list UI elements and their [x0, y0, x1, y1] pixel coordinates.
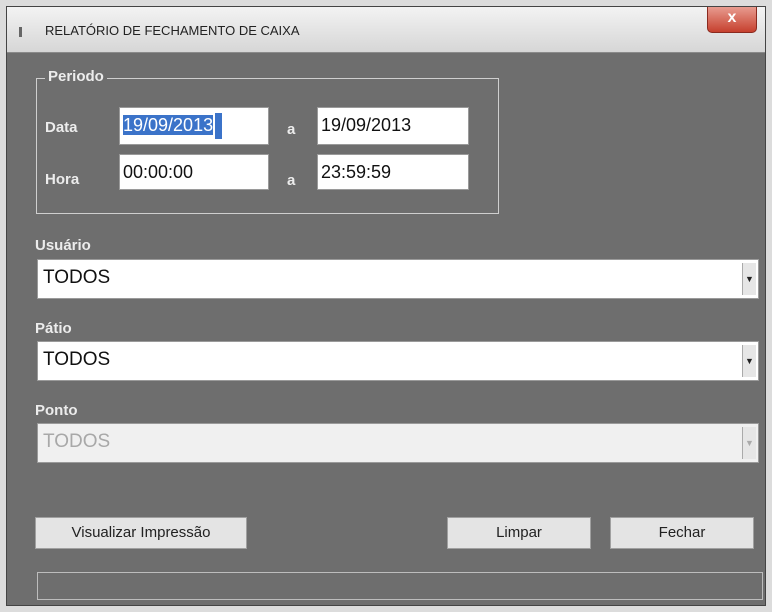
patio-select[interactable]: TODOS ▼: [37, 341, 759, 381]
usuario-value: TODOS: [43, 267, 111, 288]
chevron-down-icon: ▼: [742, 427, 756, 459]
ponto-select[interactable]: TODOS ▼: [37, 423, 759, 463]
close-button[interactable]: x: [707, 7, 757, 33]
periodo-group: Periodo: [36, 68, 499, 214]
text-caret: [215, 113, 223, 140]
hora-separator: a: [287, 172, 296, 189]
ponto-label: Ponto: [35, 402, 78, 419]
fechar-button[interactable]: Fechar: [610, 517, 754, 549]
periodo-legend: Periodo: [45, 68, 107, 85]
visualizar-impressao-button[interactable]: Visualizar Impressão: [35, 517, 247, 549]
hora-label: Hora: [45, 171, 80, 188]
app-icon: [19, 27, 22, 37]
status-bar: [37, 572, 763, 600]
title-bar[interactable]: RELATÓRIO DE FECHAMENTO DE CAIXA x: [7, 7, 765, 53]
hora-inicio-field[interactable]: 00:00:00: [119, 154, 269, 190]
data-fim-field[interactable]: 19/09/2013: [317, 107, 469, 145]
patio-label: Pátio: [35, 320, 72, 337]
chevron-down-icon[interactable]: ▼: [742, 345, 756, 377]
window-title: RELATÓRIO DE FECHAMENTO DE CAIXA: [45, 23, 300, 38]
usuario-select[interactable]: TODOS ▼: [37, 259, 759, 299]
patio-value: TODOS: [43, 349, 111, 370]
chevron-down-icon[interactable]: ▼: [742, 263, 756, 295]
data-label: Data: [45, 119, 78, 136]
usuario-label: Usuário: [35, 237, 91, 254]
ponto-value: TODOS: [43, 431, 111, 452]
limpar-button[interactable]: Limpar: [447, 517, 591, 549]
data-inicio-value: 19/09/2013: [123, 115, 214, 135]
report-window: RELATÓRIO DE FECHAMENTO DE CAIXA x Perio…: [6, 6, 766, 606]
data-separator: a: [287, 121, 296, 138]
hora-fim-field[interactable]: 23:59:59: [317, 154, 469, 190]
data-inicio-field[interactable]: 19/09/2013: [119, 107, 269, 145]
